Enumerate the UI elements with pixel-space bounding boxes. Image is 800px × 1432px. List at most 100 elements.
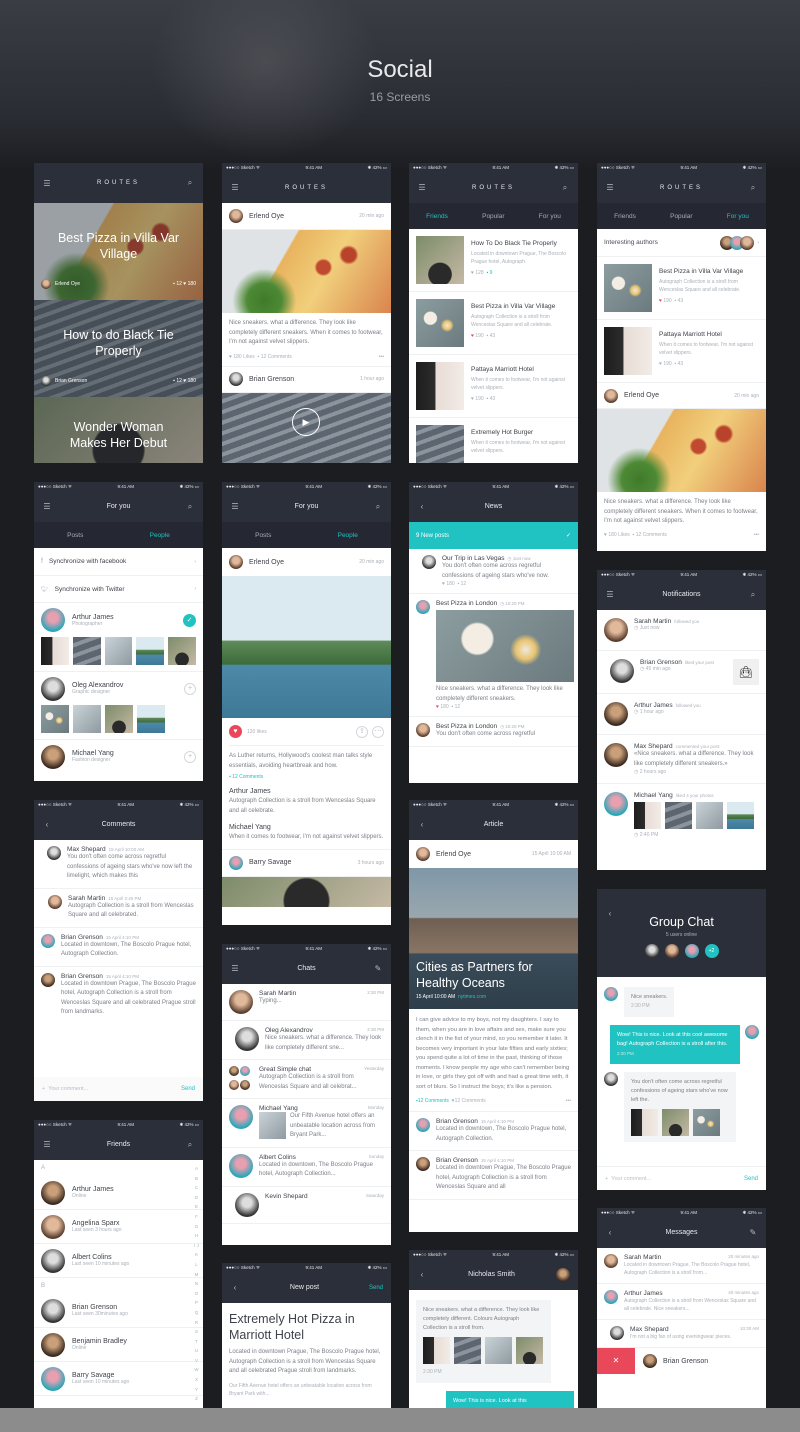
search-icon[interactable]: ⌕ [373, 502, 383, 512]
add-icon[interactable]: + [184, 682, 196, 695]
sync-facebook[interactable]: f Synchronize with facebook › [34, 548, 203, 576]
search-icon[interactable]: ⌕ [185, 1140, 195, 1150]
friend-row[interactable]: Arthur James Online [34, 1176, 203, 1210]
notification[interactable]: Max Shepard commented your post: «Nice sne… [597, 735, 766, 784]
back-icon[interactable]: ‹ [42, 820, 52, 829]
friend-row[interactable]: Angelina Sparx Last seen 3 hours ago [34, 1210, 203, 1244]
more-icon[interactable]: ⋯ [372, 725, 384, 738]
tab-popular[interactable]: Popular [670, 213, 692, 220]
alphabet-index[interactable]: A B C D E F G H I J K L M N O P Q R S T … [194, 1164, 199, 1404]
search-icon[interactable]: ⌕ [748, 590, 758, 600]
friend-row[interactable]: Benjamin Bradley Online [34, 1328, 203, 1362]
menu-icon[interactable]: ☰ [230, 964, 240, 973]
list-item[interactable]: Extremely Hot Burger When it comes to foo… [409, 418, 578, 463]
post-header[interactable]: Erlend Oye 20 min ago [222, 203, 391, 230]
message-item[interactable]: Sarah Martin 20 minutes ago Located in dow… [597, 1248, 766, 1284]
delete-icon[interactable]: ✕ [597, 1348, 635, 1374]
message-item-swiped[interactable]: ✕ Brian Grenson [597, 1348, 766, 1374]
comment-count[interactable]: 12 Comments [261, 354, 292, 360]
list-item[interactable]: Pattaya Marriott Hotel When it comes to f… [409, 355, 578, 418]
news-item[interactable]: Best Pizza in London ◷ 10:20 PM Nice sneak… [409, 594, 578, 717]
new-posts-banner[interactable]: 9 New posts ✓ [409, 522, 578, 549]
person-row[interactable]: Arthur James Photographer ✓ [34, 603, 203, 637]
news-item[interactable]: Our Trip in Las Vegas ◷ Just now You don't… [409, 549, 578, 594]
sync-twitter[interactable]: 🐦︎ Synchronize with Twitter › [34, 576, 203, 603]
more-icon[interactable]: ••• [566, 1098, 571, 1104]
notification[interactable]: Sarah Martin followed you ◷ Just now [597, 610, 766, 651]
tab-popular[interactable]: Popular [482, 213, 504, 220]
list-item[interactable]: How To Do Black Tie Properly Located in d… [409, 229, 578, 292]
tab-for-you[interactable]: For you [539, 213, 561, 220]
tab-posts[interactable]: Posts [67, 532, 83, 539]
check-icon[interactable]: ✓ [183, 613, 196, 627]
video-thumbnail[interactable]: ▶ [222, 392, 391, 463]
comments-link[interactable]: 12 Comments [418, 1098, 449, 1104]
tab-for-you[interactable]: For you [727, 213, 749, 220]
post-image[interactable] [597, 409, 766, 492]
send-button[interactable]: Send [369, 1285, 383, 1291]
post-header[interactable]: Erlend Oye 20 min ago [597, 383, 766, 409]
play-icon[interactable]: ▶ [292, 407, 320, 436]
notification[interactable]: Arthur James followed you ◷ 1 hour ago [597, 694, 766, 735]
menu-icon[interactable]: ☰ [605, 590, 615, 599]
compose-icon[interactable]: ✎ [748, 1228, 758, 1237]
person-row[interactable]: Michael Yang Fashion designer + [34, 739, 203, 773]
avatar[interactable] [556, 1267, 570, 1282]
source-link[interactable]: nytimes.com [458, 994, 486, 1000]
person-row[interactable]: Oleg Alexandrov Graphic designer + [34, 671, 203, 705]
post-header[interactable]: Erlend Oye 20 min ago [222, 548, 391, 576]
more-icon[interactable]: ••• [754, 532, 759, 538]
back-icon[interactable]: ‹ [605, 909, 615, 918]
add-icon[interactable]: + [184, 750, 196, 763]
menu-icon[interactable]: ☰ [605, 183, 615, 192]
friend-row[interactable]: Albert Colins Last seen 10 minutes ago [34, 1244, 203, 1278]
card[interactable]: Best Pizza in Villa Var Village Erlend Oy… [34, 203, 203, 300]
tab-friends[interactable]: Friends [426, 213, 448, 220]
search-icon[interactable]: ⌕ [185, 502, 195, 512]
chat-item[interactable]: Great Simple chat Yesterday Autograph Coll… [222, 1060, 391, 1099]
back-icon[interactable]: ‹ [230, 1283, 240, 1292]
send-button[interactable]: Send [744, 1176, 758, 1182]
friend-row[interactable]: Barry Savage Last seen 10 minutes ago [34, 1362, 203, 1396]
friend-row[interactable]: Brian Grenson Last seen 30minutes ago [34, 1294, 203, 1328]
menu-icon[interactable]: ☰ [230, 183, 240, 192]
post-image[interactable] [222, 230, 391, 313]
post-editor[interactable]: Extremely Hot Pizza in Marriott Hotel Loc… [222, 1303, 391, 1406]
more-icon[interactable]: ••• [379, 354, 384, 360]
search-icon[interactable]: ⌕ [560, 183, 570, 193]
card[interactable]: How to do Black Tie Properly Brian Grenso… [34, 300, 203, 397]
list-item[interactable]: Pattaya Marriott Hotel When it comes to f… [597, 320, 766, 383]
tab-people[interactable]: People [338, 532, 358, 539]
back-icon[interactable]: ‹ [605, 1228, 615, 1237]
back-icon[interactable]: ‹ [417, 820, 427, 829]
send-button[interactable]: Send [181, 1086, 195, 1092]
chat-item[interactable]: Sarah Martin 2:30 PM Typing... [222, 984, 391, 1021]
tab-people[interactable]: People [150, 532, 170, 539]
tab-friends[interactable]: Friends [614, 213, 636, 220]
compose-icon[interactable]: ✎ [373, 964, 383, 973]
post-header[interactable]: Brian Grenson 1 hour ago [222, 365, 391, 393]
comments-link[interactable]: 12 Comments [232, 774, 263, 780]
interesting-authors[interactable]: Interesting authors › [597, 229, 766, 257]
chat-item[interactable]: Michael Yang Monday Our Fifth Avenue hotel… [222, 1099, 391, 1148]
comment-input[interactable]: + Your comment... Send [34, 1077, 203, 1101]
menu-icon[interactable]: ☰ [42, 502, 52, 511]
back-icon[interactable]: ‹ [417, 1270, 427, 1279]
share-icon[interactable]: ⇪ [356, 725, 368, 738]
card[interactable]: Wonder Woman Makes Her Debut [34, 397, 203, 463]
list-item[interactable]: Best Pizza in Villa Var Village Autograph… [409, 292, 578, 355]
post-header[interactable]: Barry Savage 3 hours ago [222, 848, 391, 877]
menu-icon[interactable]: ☰ [417, 183, 427, 192]
chat-item[interactable]: Oleg Alexandrov 2:30 PM Nice sneakers. wha… [222, 1021, 391, 1060]
notification[interactable]: Brian Grenson liked your post ◷ 45 min ago… [597, 651, 766, 694]
list-item[interactable]: Best Pizza in Villa Var Village Autograph… [597, 257, 766, 320]
heart-icon[interactable]: ♥ [229, 725, 242, 738]
news-item[interactable]: Best Pizza in London ◷ 10:20 PM You don't … [409, 717, 578, 747]
notification[interactable]: Michael Yang liked 4 your photos ◷ 2:40 PM [597, 784, 766, 846]
tab-posts[interactable]: Posts [255, 532, 271, 539]
menu-icon[interactable]: ☰ [42, 1140, 52, 1149]
message-item[interactable]: Max Shepard 10:30 AM I'm not a big fan of … [597, 1320, 766, 1348]
back-icon[interactable]: ‹ [417, 502, 427, 511]
search-icon[interactable]: ⌕ [748, 183, 758, 193]
post-header[interactable]: Erlend Oye 15 April 10:00 AM [409, 840, 578, 868]
